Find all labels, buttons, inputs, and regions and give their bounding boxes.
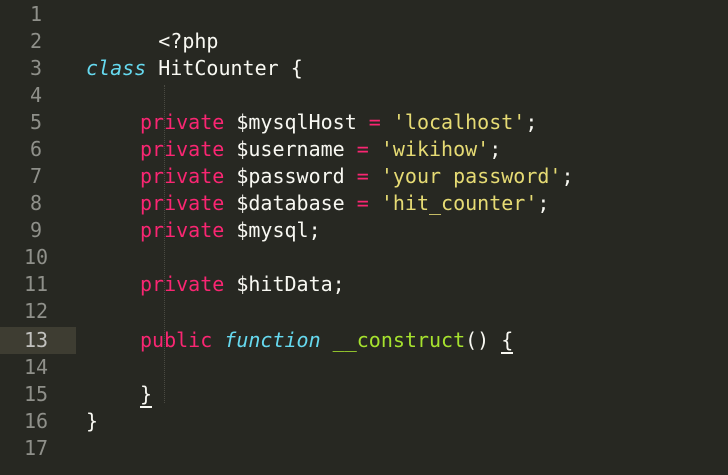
class-keyword: class [86, 56, 147, 80]
parens: () [465, 328, 490, 352]
close-brace: } [86, 409, 99, 433]
code-line-1[interactable]: <?php [86, 1, 218, 53]
variable: $mysqlHost [224, 110, 369, 134]
private-keyword: private [140, 164, 225, 188]
line-number: 3 [29, 56, 43, 80]
string-literal: 'hit_counter' [380, 191, 538, 215]
assign-operator: = [356, 137, 369, 161]
string-literal: 'your password' [380, 164, 562, 188]
variable: $username [224, 137, 357, 161]
line-number: 5 [29, 110, 43, 134]
code-line-13[interactable]: public function __construct() { [140, 327, 514, 354]
line-number: 6 [29, 137, 43, 161]
string-literal: 'wikihow' [380, 137, 490, 161]
line-number-gutter: 1 2 3 4 5 6 7 8 9 10 11 12 13 14 15 16 1… [0, 0, 76, 475]
assign-operator: = [356, 164, 369, 188]
line-number: 11 [23, 272, 49, 296]
semicolon: ; [525, 110, 538, 134]
line-number: 7 [29, 164, 43, 188]
code-line-9[interactable]: private $mysql; [140, 217, 321, 244]
class-name: HitCounter [146, 56, 291, 80]
line-number: 4 [29, 83, 43, 107]
private-keyword: private [140, 110, 225, 134]
line-number: 14 [23, 355, 49, 379]
code-area[interactable]: <?php class HitCounter { private $mysqlH… [76, 0, 728, 475]
line-number: 15 [23, 382, 49, 406]
open-brace: { [290, 56, 303, 80]
line-number: 8 [29, 191, 43, 215]
function-name: __construct [332, 328, 466, 352]
variable: $hitData; [224, 272, 345, 296]
code-line-5[interactable]: private $mysqlHost = 'localhost'; [140, 109, 537, 136]
variable: $password [224, 164, 357, 188]
assign-operator: = [356, 191, 369, 215]
private-keyword: private [140, 272, 225, 296]
php-open-tag: <?php [158, 29, 219, 53]
code-line-16[interactable]: } [86, 408, 98, 435]
code-line-11[interactable]: private $hitData; [140, 271, 345, 298]
semicolon: ; [489, 137, 502, 161]
line-number: 9 [29, 218, 43, 242]
line-number: 2 [29, 29, 43, 53]
matched-close-brace: } [140, 382, 153, 408]
line-number: 16 [23, 409, 49, 433]
code-line-7[interactable]: private $password = 'your password'; [140, 163, 574, 190]
line-number: 10 [23, 245, 49, 269]
function-keyword: function [224, 328, 321, 352]
code-editor[interactable]: 1 2 3 4 5 6 7 8 9 10 11 12 13 14 15 16 1… [0, 0, 728, 475]
code-line-3[interactable]: class HitCounter { [86, 55, 303, 82]
matched-open-brace: { [501, 328, 514, 354]
line-number: 12 [23, 299, 49, 323]
private-keyword: private [140, 191, 225, 215]
private-keyword: private [140, 137, 225, 161]
variable: $mysql; [224, 218, 321, 242]
assign-operator: = [368, 110, 381, 134]
line-number-active: 13 [0, 327, 76, 354]
public-keyword: public [140, 328, 213, 352]
string-literal: 'localhost' [392, 110, 526, 134]
code-line-8[interactable]: private $database = 'hit_counter'; [140, 190, 549, 217]
variable: $database [224, 191, 357, 215]
semicolon: ; [561, 164, 574, 188]
private-keyword: private [140, 218, 225, 242]
semicolon: ; [537, 191, 550, 215]
code-line-6[interactable]: private $username = 'wikihow'; [140, 136, 501, 163]
line-number: 17 [23, 436, 49, 460]
line-number: 1 [29, 2, 43, 26]
code-line-15[interactable]: } [140, 381, 153, 408]
